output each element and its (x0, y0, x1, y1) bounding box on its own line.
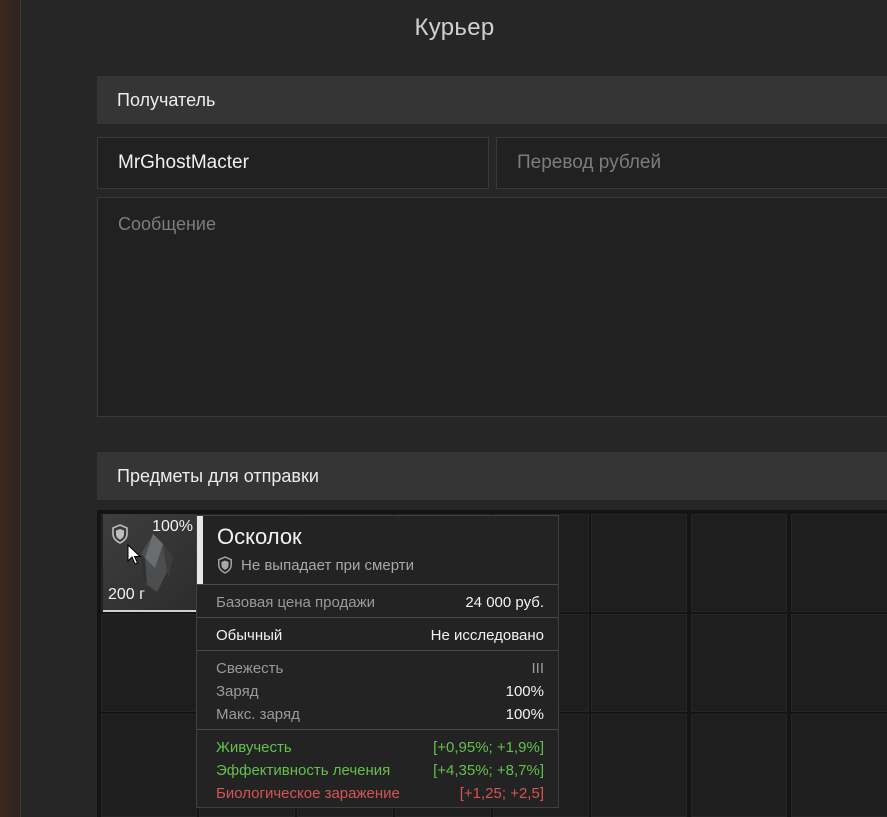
freshness-label: Свежесть (216, 660, 284, 677)
charge-label: Заряд (216, 683, 259, 700)
divider (197, 729, 558, 730)
divider (197, 650, 558, 651)
grid-cell[interactable] (101, 614, 197, 712)
stat-label: Биологическое заражение (216, 785, 400, 802)
window-title: Курьер (414, 14, 495, 41)
items-section-header: Предметы для отправки (97, 452, 887, 500)
message-field[interactable]: Сообщение (97, 197, 887, 417)
tooltip-charge-row: Заряд 100% (216, 683, 544, 700)
grid-cell[interactable] (591, 614, 687, 712)
tooltip-subtitle-text: Не выпадает при смерти (241, 556, 414, 574)
tooltip-stat-row: Эффективность лечения [+4,35%; +8,7%] (216, 762, 544, 779)
tooltip-stat-row: Живучесть [+0,95%; +1,9%] (216, 739, 544, 756)
tooltip-freshness-row: Свежесть III (216, 660, 544, 677)
research-status: Не исследовано (430, 627, 544, 644)
grid-cell[interactable] (791, 714, 887, 817)
stat-label: Живучесть (216, 739, 292, 756)
stat-value: [+0,95%; +1,9%] (433, 739, 544, 756)
item-slot-shard[interactable]: 100% 200 г (103, 514, 197, 612)
rubles-transfer-field[interactable]: Перевод рублей (496, 137, 887, 189)
divider (197, 584, 558, 585)
grid-cell[interactable] (101, 714, 197, 817)
recipient-name-field[interactable]: MrGhostMacter (97, 137, 489, 189)
grid-cell[interactable] (791, 514, 887, 612)
grid-cell[interactable] (691, 514, 787, 612)
recipient-section-header: Получатель (97, 76, 887, 124)
stat-value: [+4,35%; +8,7%] (433, 762, 544, 779)
divider (197, 617, 558, 618)
grid-cell[interactable] (591, 714, 687, 817)
freshness-value: III (531, 660, 544, 677)
price-label: Базовая цена продажи (216, 594, 376, 611)
stat-label: Эффективность лечения (216, 762, 391, 779)
grid-cell[interactable] (691, 614, 787, 712)
tooltip-rarity-row: Обычный Не исследовано (216, 627, 544, 644)
shield-icon (218, 556, 232, 574)
shield-icon (112, 524, 128, 544)
tooltip-max-charge-row: Макс. заряд 100% (216, 706, 544, 723)
grid-cell[interactable] (591, 514, 687, 612)
grid-cell[interactable] (691, 714, 787, 817)
tooltip-accent (197, 516, 203, 584)
tooltip-item-name: Осколок (217, 524, 302, 549)
tooltip-price-row: Базовая цена продажи 24 000 руб. (216, 594, 544, 611)
max-charge-value: 100% (505, 706, 544, 723)
mouse-cursor-icon (127, 544, 141, 565)
item-tooltip: Осколок Не выпадает при смерти Базовая ц… (196, 515, 559, 808)
rarity-label: Обычный (216, 627, 283, 644)
courier-window: Курьер Получатель MrGhostMacter Перевод … (20, 0, 887, 817)
charge-value: 100% (505, 683, 544, 700)
stat-value: [+1,25; +2,5] (459, 785, 544, 802)
item-weight: 200 г (108, 586, 145, 603)
tooltip-stat-row: Биологическое заражение [+1,25; +2,5] (216, 785, 544, 802)
tooltip-subtitle: Не выпадает при смерти (217, 556, 414, 574)
item-durability: 100% (152, 518, 193, 535)
max-charge-label: Макс. заряд (216, 706, 300, 723)
grid-cell[interactable] (791, 614, 887, 712)
price-value: 24 000 руб. (465, 594, 544, 611)
